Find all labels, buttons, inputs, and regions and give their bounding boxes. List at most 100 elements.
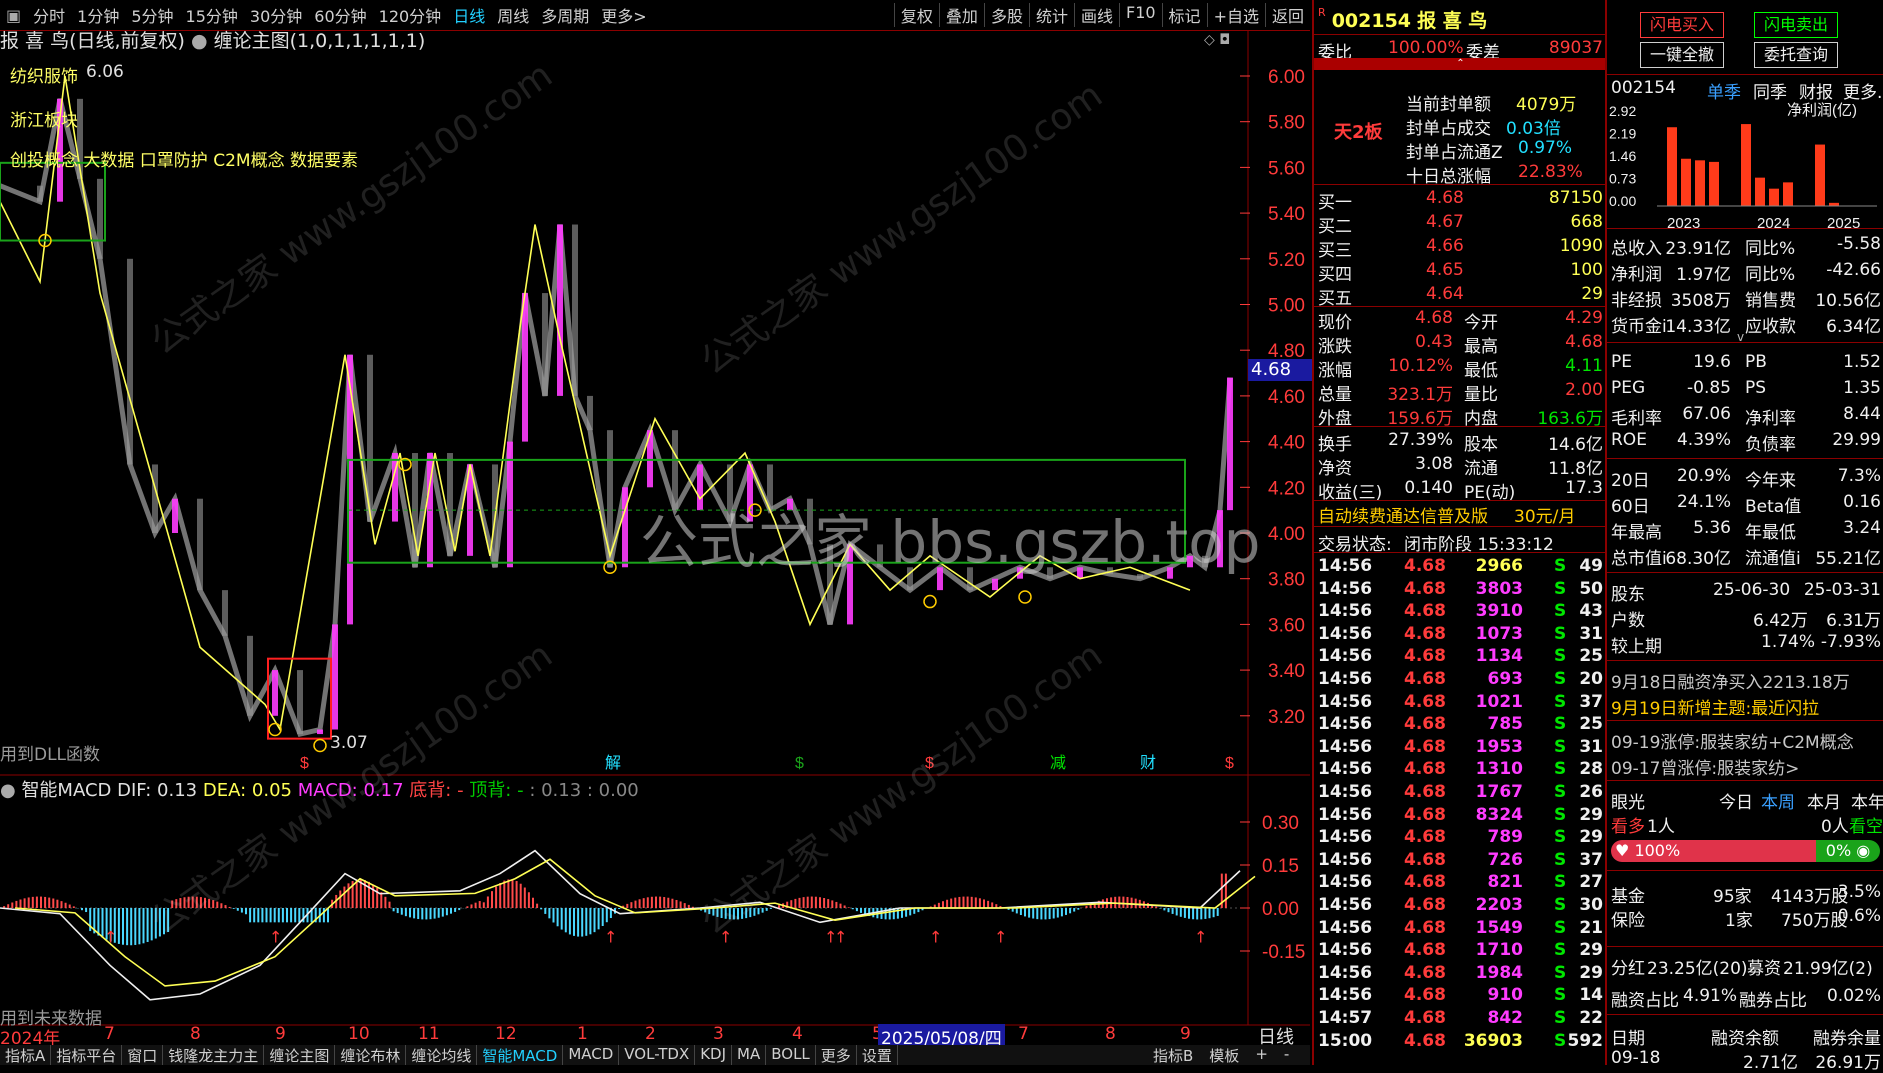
period-3[interactable]: 15分钟 (180, 3, 244, 27)
menu-icon[interactable]: ▣ (0, 6, 27, 25)
news-3[interactable]: 09-19涨停:服装家纺+C2M概念+... (1611, 728, 1881, 752)
flash-sell-button[interactable]: 闪电卖出 (1754, 12, 1838, 38)
tick-row[interactable]: 14:56 4.68 3803 S 50 (1318, 579, 1603, 603)
tick-row[interactable]: 14:56 4.68 1767 S 26 (1318, 782, 1603, 806)
period-10[interactable]: 更多> (595, 3, 652, 27)
period-8[interactable]: 周线 (491, 3, 535, 27)
indicator-tab-2[interactable]: 窗口 (122, 1045, 164, 1065)
candle (297, 670, 303, 735)
action-7[interactable]: +自选 (1206, 3, 1265, 27)
indicator-tab-14[interactable]: 设置 (857, 1045, 898, 1065)
tick-time: 14:56 (1318, 601, 1373, 622)
bid-row[interactable]: 买四 4.65 100 (1318, 260, 1603, 285)
x-label-14: 8 (1105, 1024, 1116, 1044)
period-1[interactable]: 1分钟 (71, 3, 125, 27)
fee-notice[interactable]: 自动续费通达信普及版 (1318, 502, 1488, 527)
indicator-tab-9[interactable]: VOL-TDX (619, 1045, 696, 1065)
tick-row[interactable]: 14:56 4.68 2966 S 49 (1318, 556, 1603, 580)
period-7[interactable]: 日线 (447, 3, 491, 27)
tick-row[interactable]: 14:56 4.68 785 S 25 (1318, 714, 1603, 738)
order-query-button[interactable]: 委托查询 (1754, 42, 1838, 68)
fin-label: 负债率 (1745, 435, 1796, 455)
eye-tab-month[interactable]: 本月 (1807, 788, 1841, 813)
candle (992, 578, 998, 591)
tick-row[interactable]: 14:56 4.68 2203 S 30 (1318, 895, 1603, 919)
stat-row: 净资 3.08 流通 11.8亿 (1318, 454, 1603, 479)
tick-row[interactable]: 14:56 4.68 726 S 37 (1318, 850, 1603, 874)
period-5[interactable]: 60分钟 (308, 3, 372, 27)
indicator-tab-11[interactable]: MA (732, 1045, 767, 1065)
news-2[interactable]: 9月19日新增主题:最近闪拉 (1611, 694, 1881, 719)
news-4[interactable]: 09-17曾涨停:服装家纺> (1611, 754, 1881, 779)
collapse-chevron-icon[interactable]: ⌃ (1314, 58, 1607, 70)
fin-value: 5.36 (1693, 518, 1731, 538)
indicator-tab-1[interactable]: 指标平台 (51, 1045, 123, 1065)
tick-count: 29 (1579, 962, 1603, 983)
action-5[interactable]: F10 (1118, 3, 1162, 27)
indicator-tab-4[interactable]: 缠论主图 (264, 1045, 336, 1065)
fee-row[interactable]: 自动续费通达信普及版 30元/月 (1318, 502, 1603, 527)
indicator-tab-7[interactable]: 智能MACD (477, 1045, 564, 1065)
concept-3: 创投概念 大数据 口罩防护 C2M概念 数据要素 (10, 151, 358, 171)
tick-row[interactable]: 14:56 4.68 789 S 29 (1318, 827, 1603, 851)
y-tick-label: 3.20 (1268, 707, 1305, 728)
bid-row[interactable]: 买一 4.68 87150 (1318, 188, 1603, 213)
tick-volume: 785 (1487, 714, 1524, 735)
tick-row[interactable]: 14:56 4.68 910 S 14 (1318, 985, 1603, 1009)
template-tab-3[interactable]: - (1276, 1045, 1297, 1065)
tick-row[interactable]: 14:57 4.68 842 S 22 (1318, 1008, 1603, 1032)
indicator-tab-8[interactable]: MACD (563, 1045, 620, 1065)
template-tab-0[interactable]: 指标B (1145, 1045, 1201, 1065)
indicator-tab-12[interactable]: BOLL (766, 1045, 816, 1065)
indicator-tab-3[interactable]: 钱隆龙主力主 (163, 1045, 265, 1065)
bull-bar: ♥ 100% (1611, 840, 1816, 862)
tick-row[interactable]: 15:00 4.68 36903 S 592 (1318, 1031, 1603, 1055)
tick-row[interactable]: 14:56 4.68 693 S 20 (1318, 669, 1603, 693)
tick-row[interactable]: 14:56 4.68 1310 S 28 (1318, 759, 1603, 783)
tick-row[interactable]: 14:56 4.68 821 S 27 (1318, 872, 1603, 896)
period-9[interactable]: 多周期 (535, 3, 595, 27)
tick-row[interactable]: 14:56 4.68 3910 S 43 (1318, 601, 1603, 625)
indicator-tab-6[interactable]: 缠论均线 (406, 1045, 478, 1065)
indicator-tab-0[interactable]: 指标A (0, 1045, 52, 1065)
action-3[interactable]: 统计 (1028, 3, 1074, 27)
indicator-tab-5[interactable]: 缠论布林 (335, 1045, 407, 1065)
tick-count: 29 (1579, 804, 1603, 825)
bid-row[interactable]: 买三 4.66 1090 (1318, 236, 1603, 261)
indicator-tab-13[interactable]: 更多 (816, 1045, 857, 1065)
action-6[interactable]: 标记 (1161, 3, 1207, 27)
indicator-tab-10[interactable]: KDJ (695, 1045, 733, 1065)
action-8[interactable]: 返回 (1264, 3, 1310, 27)
tick-row[interactable]: 14:56 4.68 1710 S 29 (1318, 940, 1603, 964)
chart-options-icon[interactable]: ◇ ◘ (1204, 32, 1230, 48)
tick-row[interactable]: 14:56 4.68 1021 S 37 (1318, 692, 1603, 716)
action-4[interactable]: 画线 (1073, 3, 1119, 27)
tick-side: S (1554, 849, 1567, 870)
template-tab-2[interactable]: + (1247, 1045, 1276, 1065)
tick-row[interactable]: 14:56 4.68 1549 S 21 (1318, 918, 1603, 942)
period-6[interactable]: 120分钟 (373, 3, 448, 27)
cancel-all-button[interactable]: 一键全撤 (1640, 42, 1724, 68)
bid-row[interactable]: 买五 4.64 29 (1318, 284, 1603, 309)
period-2[interactable]: 5分钟 (125, 3, 179, 27)
tick-price: 4.68 (1404, 872, 1446, 893)
news-1[interactable]: 9月18日融资净买入2213.18万 (1611, 668, 1881, 693)
eye-tab-year[interactable]: 本年 (1851, 788, 1883, 813)
eye-tab-week[interactable]: 本周 (1761, 788, 1795, 813)
tick-row[interactable]: 14:56 4.68 8324 S 29 (1318, 805, 1603, 829)
action-2[interactable]: 多股 (983, 3, 1029, 27)
action-1[interactable]: 叠加 (938, 3, 984, 27)
flash-buy-button[interactable]: 闪电买入 (1640, 12, 1724, 38)
tick-row[interactable]: 14:56 4.68 1134 S 25 (1318, 646, 1603, 670)
template-tab-1[interactable]: 模板 (1201, 1045, 1247, 1065)
tick-row[interactable]: 14:56 4.68 1984 S 29 (1318, 963, 1603, 987)
eye-tab-today[interactable]: 今日 (1719, 788, 1753, 813)
fee-price[interactable]: 30元/月 (1514, 502, 1575, 527)
tick-row[interactable]: 14:56 4.68 1073 S 31 (1318, 624, 1603, 648)
period-4[interactable]: 30分钟 (244, 3, 308, 27)
period-0[interactable]: 分时 (27, 3, 71, 27)
divider (1607, 660, 1883, 661)
bid-row[interactable]: 买二 4.67 668 (1318, 212, 1603, 237)
tick-row[interactable]: 14:56 4.68 1953 S 31 (1318, 737, 1603, 761)
action-0[interactable]: 复权 (893, 3, 939, 27)
